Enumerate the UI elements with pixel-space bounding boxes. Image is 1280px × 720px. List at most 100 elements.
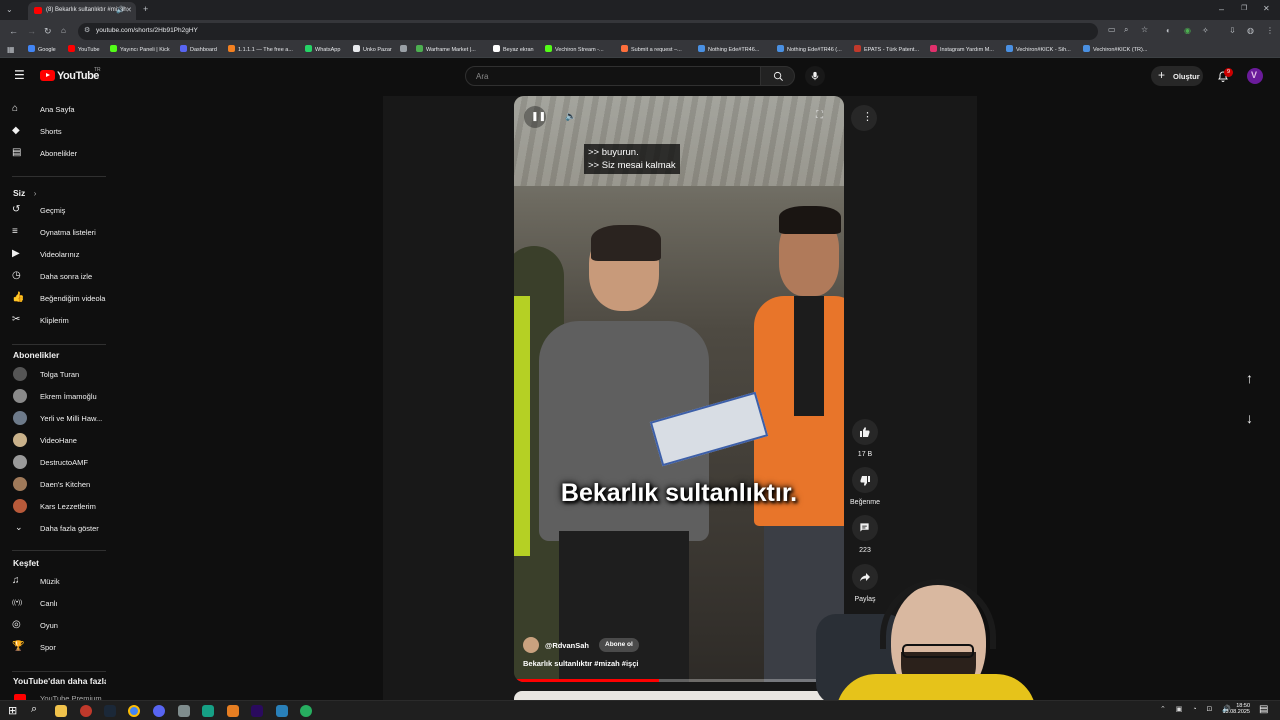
live-icon: ((•)) xyxy=(12,600,23,606)
notifications-button[interactable]: 9 xyxy=(1214,66,1234,86)
chrome-icon[interactable] xyxy=(128,705,140,717)
bookmark-item[interactable]: Dashboard xyxy=(180,45,217,53)
menu-hamburger-icon[interactable]: ☰ xyxy=(14,68,25,82)
reload-icon[interactable]: ↻ xyxy=(44,25,52,37)
bookmark-favicon-icon xyxy=(493,45,500,52)
bookmark-item[interactable]: Beyaz ekran xyxy=(493,45,534,53)
bookmark-item[interactable]: Nothing Ede#TR46... xyxy=(698,45,759,53)
browser-menu-icon[interactable]: ⋮ xyxy=(1266,25,1274,37)
gaming-icon: ◎ xyxy=(12,619,21,630)
bookmark-item[interactable]: Google xyxy=(28,45,56,53)
browser-tab-active[interactable]: (8) Bekarlık sultanlıktır #mizah 🔊 ✕ xyxy=(28,2,136,20)
premiere-icon[interactable] xyxy=(251,705,263,717)
channel-avatar xyxy=(13,499,27,513)
extension-icon-2[interactable]: ◉ xyxy=(1184,25,1191,37)
apps-grid-icon[interactable]: ▦ xyxy=(7,44,15,56)
back-icon[interactable]: ← xyxy=(9,25,18,37)
dislike-button[interactable] xyxy=(852,467,878,493)
tab-close-icon[interactable]: ✕ xyxy=(126,6,132,14)
taskbar-search-icon[interactable]: ⌕ xyxy=(31,703,43,715)
search-button[interactable] xyxy=(760,66,795,86)
account-avatar[interactable]: V xyxy=(1247,68,1263,84)
tab-audio-icon[interactable]: 🔊 xyxy=(116,6,125,14)
extensions-puzzle-icon[interactable]: ✧ xyxy=(1202,25,1209,37)
bookmark-item[interactable] xyxy=(400,45,410,53)
more-options-button[interactable]: ⋮ xyxy=(851,105,877,131)
new-tab-icon[interactable]: + xyxy=(143,3,148,15)
sports-icon: 🏆 xyxy=(12,641,25,652)
notification-center-icon[interactable]: ▤ xyxy=(1259,704,1268,715)
your-videos-icon: ▶ xyxy=(12,248,20,259)
progress-bar-fill xyxy=(514,679,660,682)
address-bar[interactable]: ⚙ youtube.com/shorts/2Hb91Ph2gHY ▭ ⌕ ☆ xyxy=(78,23,1148,40)
bookmark-item[interactable]: Vechiron#KICK - Sih... xyxy=(1006,45,1071,53)
sidebar-you-header[interactable]: Siz › xyxy=(13,183,36,201)
bookmark-item[interactable]: Yayıncı Paneli | Kick xyxy=(110,45,170,53)
bookmark-item[interactable]: WhatsApp xyxy=(305,45,340,53)
channel-avatar[interactable] xyxy=(523,637,539,653)
bookmark-item[interactable]: 1.1.1.1 — The free a... xyxy=(228,45,293,53)
bookmark-label: Vechiron#KICK - Sih... xyxy=(1016,47,1071,53)
volume-button[interactable]: 🔈 xyxy=(559,106,581,128)
bookmark-item[interactable]: Instagram Yardım M... xyxy=(930,45,994,53)
window-minimize-icon[interactable]: – xyxy=(1219,3,1224,15)
bookmark-label: EPATS - Türk Patent... xyxy=(864,47,920,53)
shorts-icon: ◆ xyxy=(12,125,20,136)
shorts-video-player[interactable]: ❚❚ 🔈 ⛶ >> buyurun. >> Siz mesai kalmak B… xyxy=(514,96,844,682)
bookmark-item[interactable]: Warframe Market |... xyxy=(416,45,476,53)
profile-icon[interactable]: ◍ xyxy=(1247,25,1254,37)
previous-short-button[interactable]: ↑ xyxy=(1238,367,1264,393)
bookmark-item[interactable]: YouTube xyxy=(68,45,100,53)
forward-icon[interactable]: → xyxy=(27,25,36,37)
cast-icon[interactable]: ▭ xyxy=(1108,25,1116,34)
file-explorer-icon[interactable] xyxy=(55,705,67,717)
steam-icon[interactable] xyxy=(104,705,116,717)
fullscreen-button[interactable]: ⛶ xyxy=(812,106,832,128)
subscribe-button[interactable]: Abone ol xyxy=(599,638,639,652)
vlc-icon[interactable] xyxy=(227,705,239,717)
windows-start-icon[interactable]: ⊞ xyxy=(8,704,20,717)
discord-icon[interactable] xyxy=(153,705,165,717)
bookmark-item[interactable]: Unko Pazar xyxy=(353,45,392,53)
bookmark-item[interactable]: Vechiron Stream -... xyxy=(545,45,604,53)
window-close-icon[interactable]: ✕ xyxy=(1263,3,1270,15)
webcam-shirt xyxy=(836,674,1036,700)
search-input[interactable]: Ara xyxy=(465,66,761,86)
tab-search-icon[interactable]: ⌄ xyxy=(6,4,13,16)
create-label: Oluştur xyxy=(1173,72,1200,81)
home-browser-icon[interactable]: ⌂ xyxy=(61,25,66,37)
video-title[interactable]: Bekarlık sultanlıktır #mizah #işçi xyxy=(523,659,638,668)
app-icon-teal[interactable] xyxy=(202,705,214,717)
next-short-button[interactable]: ↓ xyxy=(1238,407,1264,433)
bookmark-item[interactable]: EPATS - Türk Patent... xyxy=(854,45,919,53)
channel-avatar xyxy=(13,411,27,425)
dislike-action[interactable]: Beğenme xyxy=(850,467,880,506)
app-icon-gray[interactable] xyxy=(178,705,190,717)
downloads-icon[interactable]: ⇩ xyxy=(1229,25,1236,37)
window-restore-icon[interactable]: ❐ xyxy=(1241,3,1247,15)
pause-button[interactable]: ❚❚ xyxy=(524,106,546,128)
bookmark-item[interactable]: Nothing Ede#TR46 (... xyxy=(777,45,842,53)
like-action[interactable]: 17 B xyxy=(851,419,879,458)
youtube-logo[interactable]: YouTube TR xyxy=(38,58,108,96)
extension-icon-1[interactable]: ◐ xyxy=(1166,25,1171,37)
bookmark-star-icon[interactable]: ☆ xyxy=(1141,25,1148,34)
comments-button[interactable] xyxy=(852,515,878,541)
like-button[interactable] xyxy=(852,419,878,445)
bookmark-item[interactable]: Vechiron#KICK (TR)... xyxy=(1083,45,1147,53)
app-icon-red[interactable] xyxy=(80,705,92,717)
clock[interactable]: 18:50 13.08.2025 xyxy=(1222,703,1250,715)
bookmark-item[interactable]: Submit a request –... xyxy=(621,45,682,53)
zoom-icon[interactable]: ⌕ xyxy=(1124,25,1128,35)
progress-bar[interactable] xyxy=(514,679,844,682)
app-icon-blue[interactable] xyxy=(276,705,288,717)
app-icon-green[interactable] xyxy=(300,705,312,717)
comments-action[interactable]: 223 xyxy=(851,515,879,554)
bookmark-favicon-icon xyxy=(68,45,75,52)
bookmark-label: Submit a request –... xyxy=(631,47,682,53)
site-info-icon[interactable]: ⚙ xyxy=(84,26,90,34)
voice-search-button[interactable] xyxy=(805,66,825,86)
create-button[interactable]: + Oluştur xyxy=(1151,66,1203,86)
windows-taskbar: ⊞ ⌕ ⌃ ▣ ◔ ⊡ 🔊 18:50 13.08.2025 ▤ xyxy=(0,700,1280,720)
channel-name[interactable]: @RdvanSah xyxy=(545,641,589,650)
